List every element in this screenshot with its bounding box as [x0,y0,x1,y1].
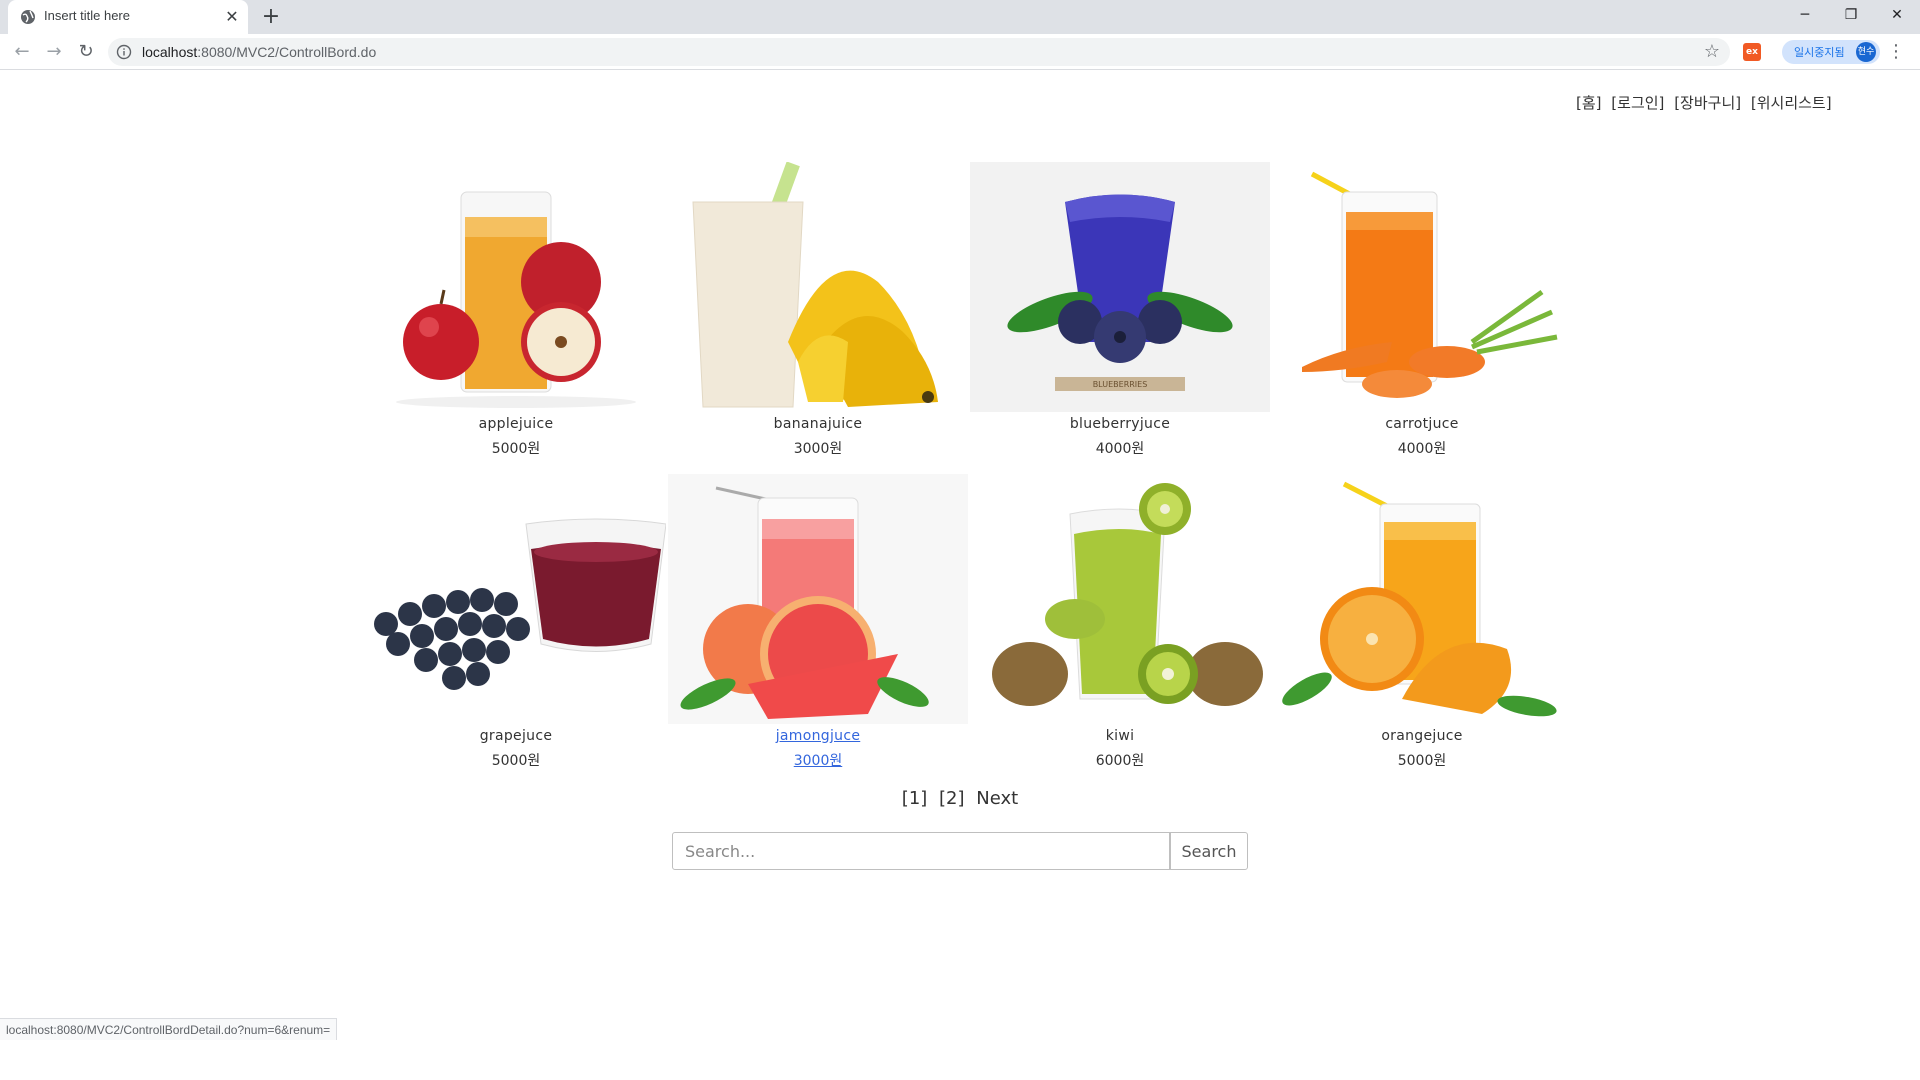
product-card[interactable]: BLUEBERRIES blueberryjuce 4000원 [970,162,1270,462]
blueberry-juice-image[interactable]: BLUEBERRIES [970,162,1270,412]
address-bar[interactable]: localhost:8080/MVC2/ControllBord.do ☆ [108,38,1730,66]
url-text: localhost:8080/MVC2/ControllBord.do [142,44,376,60]
tab-title: Insert title here [44,8,130,23]
info-icon[interactable] [116,44,132,60]
grape-juice-image[interactable] [366,474,666,724]
close-tab-icon[interactable]: ✕ [222,7,242,27]
top-nav: [홈] [로그인] [장바구니] [위시리스트] [1576,92,1837,113]
url-path: :8080/MVC2/ControllBord.do [197,44,377,60]
product-card[interactable]: jamongjuce 3000원 [668,474,968,774]
product-price[interactable]: 3000원 [668,750,968,770]
browser-tabstrip: Insert title here ✕ + ─ ❐ ✕ [0,0,1920,34]
bookmark-star-icon[interactable]: ☆ [1702,42,1722,62]
product-name[interactable]: applejuice [366,416,666,432]
status-bar: localhost:8080/MVC2/ControllBordDetail.d… [0,1018,338,1040]
next-page-link[interactable]: Next [976,788,1018,809]
reload-icon[interactable]: ↻ [73,39,99,65]
product-price[interactable]: 4000원 [1272,438,1572,458]
profile-button[interactable]: 일시중지됨 현수 [1782,40,1880,64]
search-form: Search [672,832,1248,870]
forward-arrow-icon[interactable]: → [41,39,67,65]
product-card[interactable]: grapejuce 5000원 [366,474,666,774]
product-name[interactable]: orangejuce [1272,728,1572,744]
back-arrow-icon[interactable]: ← [9,39,35,65]
apple-juice-image[interactable] [366,162,666,412]
product-name[interactable]: blueberryjuce [970,416,1270,432]
page-link-2[interactable]: [2] [939,788,965,809]
extension-icon[interactable]: ex [1743,43,1761,61]
search-input[interactable] [672,832,1170,870]
nav-link-cart[interactable]: [장바구니] [1674,94,1741,112]
product-price[interactable]: 5000원 [366,750,666,770]
search-button[interactable]: Search [1170,832,1248,870]
product-price[interactable]: 4000원 [970,438,1270,458]
product-card[interactable]: applejuice 5000원 [366,162,666,462]
browser-toolbar: ← → ↻ localhost:8080/MVC2/ControllBord.d… [0,34,1920,70]
close-window-icon[interactable]: ✕ [1874,0,1920,30]
nav-link-home[interactable]: [홈] [1576,94,1602,112]
profile-status-label: 일시중지됨 [1794,46,1845,59]
product-price[interactable]: 5000원 [366,438,666,458]
product-name[interactable]: grapejuce [366,728,666,744]
kebab-menu-icon[interactable]: ⋮ [1886,40,1906,64]
new-tab-icon[interactable]: + [258,4,284,30]
product-card[interactable]: orangejuce 5000원 [1272,474,1572,774]
url-host: localhost [142,44,198,60]
grapefruit-juice-image[interactable] [668,474,968,724]
product-name[interactable]: jamongjuce [668,728,968,744]
product-price[interactable]: 5000원 [1272,750,1572,770]
orange-juice-image[interactable] [1272,474,1572,724]
product-card[interactable]: carrotjuce 4000원 [1272,162,1572,462]
product-name[interactable]: bananajuice [668,416,968,432]
restore-window-icon[interactable]: ❐ [1828,0,1874,30]
product-price[interactable]: 3000원 [668,438,968,458]
nav-link-wishlist[interactable]: [위시리스트] [1751,94,1832,112]
product-name[interactable]: carrotjuce [1272,416,1572,432]
product-card[interactable]: bananajuice 3000원 [668,162,968,462]
nav-link-login[interactable]: [로그인] [1611,94,1664,112]
product-price[interactable]: 6000원 [970,750,1270,770]
globe-icon [21,10,35,24]
browser-tab[interactable]: Insert title here ✕ [8,0,248,34]
kiwi-juice-image[interactable] [970,474,1270,724]
blueberries-caption: BLUEBERRIES [1093,380,1148,389]
product-name[interactable]: kiwi [970,728,1270,744]
page-link-1[interactable]: [1] [902,788,928,809]
minimize-window-icon[interactable]: ─ [1782,0,1828,30]
banana-juice-image[interactable] [668,162,968,412]
pagination: [1] [2] Next [0,788,1920,809]
avatar: 현수 [1856,42,1876,62]
carrot-juice-image[interactable] [1272,162,1572,412]
product-card[interactable]: kiwi 6000원 [970,474,1270,774]
